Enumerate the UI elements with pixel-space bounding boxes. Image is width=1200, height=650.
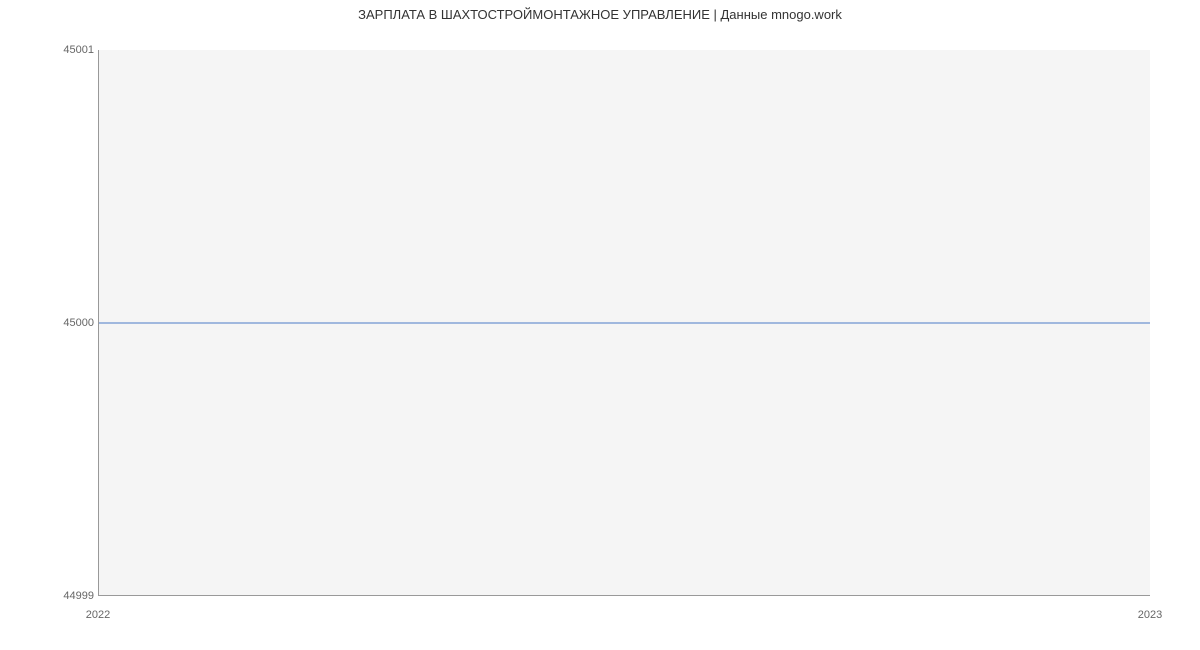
x-axis-tick-label: 2023	[1138, 609, 1162, 621]
x-axis-tick-label: 2022	[86, 609, 110, 621]
data-line	[99, 322, 1150, 323]
y-axis-tick-label: 45001	[63, 44, 94, 56]
plot-area	[98, 50, 1150, 596]
y-axis-tick-label: 44999	[63, 590, 94, 602]
chart-container: ЗАРПЛАТА В ШАХТОСТРОЙМОНТАЖНОЕ УПРАВЛЕНИ…	[0, 0, 1200, 650]
chart-title: ЗАРПЛАТА В ШАХТОСТРОЙМОНТАЖНОЕ УПРАВЛЕНИ…	[0, 7, 1200, 22]
y-axis-tick-label: 45000	[63, 317, 94, 329]
